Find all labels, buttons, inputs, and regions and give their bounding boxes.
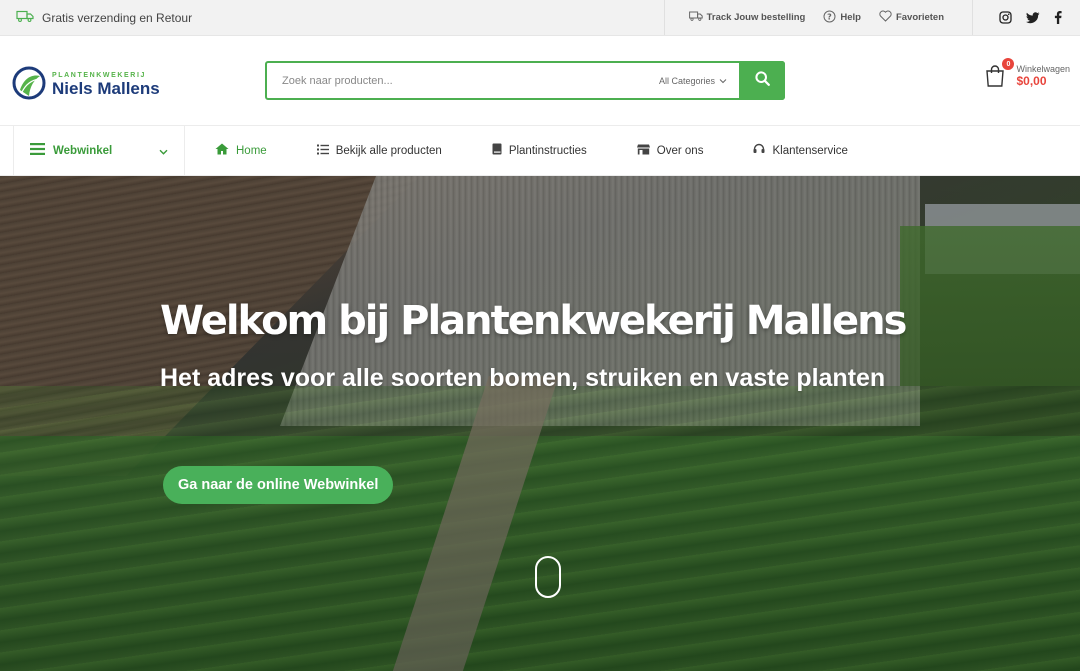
facebook-icon[interactable]	[1054, 11, 1062, 24]
truck-icon	[16, 10, 34, 25]
cart-total: $0,00	[1016, 74, 1047, 88]
shipping-text: Gratis verzending en Retour	[42, 10, 193, 25]
category-menu-label: Webwinkel	[53, 144, 113, 157]
twitter-icon[interactable]	[1026, 11, 1040, 24]
cart-count-badge: 0	[1002, 58, 1015, 70]
track-order-link[interactable]: Track Jouw bestelling	[688, 11, 806, 24]
nav-item-label: Home	[236, 144, 267, 157]
chevron-down-icon	[719, 76, 727, 86]
heart-icon	[879, 10, 892, 25]
nav-item-label: Bekijk alle producten	[335, 144, 442, 157]
shopping-bag-icon: 0	[984, 58, 1015, 88]
book-icon	[492, 143, 502, 158]
chevron-down-icon	[159, 142, 168, 160]
hero-background-meadow	[900, 226, 1080, 386]
question-icon: ?	[823, 10, 836, 26]
logo-subtitle: PLANTENKWEKERIJ	[52, 72, 147, 79]
help-label: Help	[840, 12, 861, 23]
svg-text:?: ?	[828, 12, 833, 21]
category-menu-button[interactable]: Webwinkel	[13, 126, 185, 175]
category-select-label: All Categories	[658, 75, 715, 86]
truck-icon	[688, 11, 703, 24]
search-icon	[754, 70, 770, 91]
nav-item-label: Klantenservice	[772, 144, 848, 157]
hero-title: Welkom bij Plantenkwekerij Mallens	[160, 298, 907, 344]
nav-item-home[interactable]: Home	[215, 143, 267, 158]
scroll-indicator-icon[interactable]	[535, 556, 561, 598]
shipping-notice: Gratis verzending en Retour	[0, 10, 192, 25]
help-link[interactable]: ? Help	[823, 10, 861, 26]
cart-label: Winkelwagen	[1016, 64, 1070, 74]
home-icon	[215, 143, 229, 158]
shop-now-button[interactable]: Ga naar de online Webwinkel	[163, 466, 394, 504]
top-bar: Gratis verzending en Retour Track Jouw b…	[0, 0, 1080, 36]
track-order-label: Track Jouw bestelling	[706, 12, 806, 23]
list-icon	[316, 144, 329, 158]
nav-item-customer-service[interactable]: Klantenservice	[753, 143, 848, 158]
favorites-link[interactable]: Favorieten	[879, 10, 944, 25]
site-logo[interactable]: PLANTENKWEKERIJ Niels Mallens	[12, 66, 160, 105]
search-button[interactable]	[739, 61, 785, 100]
logo-title: Niels Mallens	[52, 79, 160, 98]
headset-icon	[753, 143, 765, 158]
favorites-label: Favorieten	[895, 12, 944, 23]
header: PLANTENKWEKERIJ Niels Mallens All Catego…	[0, 36, 1080, 126]
instagram-icon[interactable]	[999, 11, 1012, 24]
category-select[interactable]: All Categories	[659, 76, 739, 86]
main-nav: Webwinkel Home Bekijk alle producten Pla…	[0, 126, 1080, 176]
nav-item-plant-instructions[interactable]: Plantinstructies	[492, 143, 587, 158]
cart-button[interactable]: 0 Winkelwagen $0,00	[984, 58, 1070, 88]
nav-item-about[interactable]: Over ons	[636, 144, 704, 158]
hero-banner: Welkom bij Plantenkwekerij Mallens Het a…	[0, 176, 1080, 671]
hero-subtitle: Het adres voor alle soorten bomen, strui…	[160, 364, 886, 392]
logo-icon	[12, 66, 46, 105]
nav-item-label: Over ons	[656, 144, 704, 157]
nav-item-label: Plantinstructies	[508, 144, 587, 157]
nav-item-all-products[interactable]: Bekijk alle producten	[316, 144, 442, 158]
search-input[interactable]	[267, 63, 659, 98]
search-bar: All Categories	[265, 61, 785, 100]
store-icon	[636, 144, 650, 158]
hamburger-icon	[30, 142, 45, 160]
